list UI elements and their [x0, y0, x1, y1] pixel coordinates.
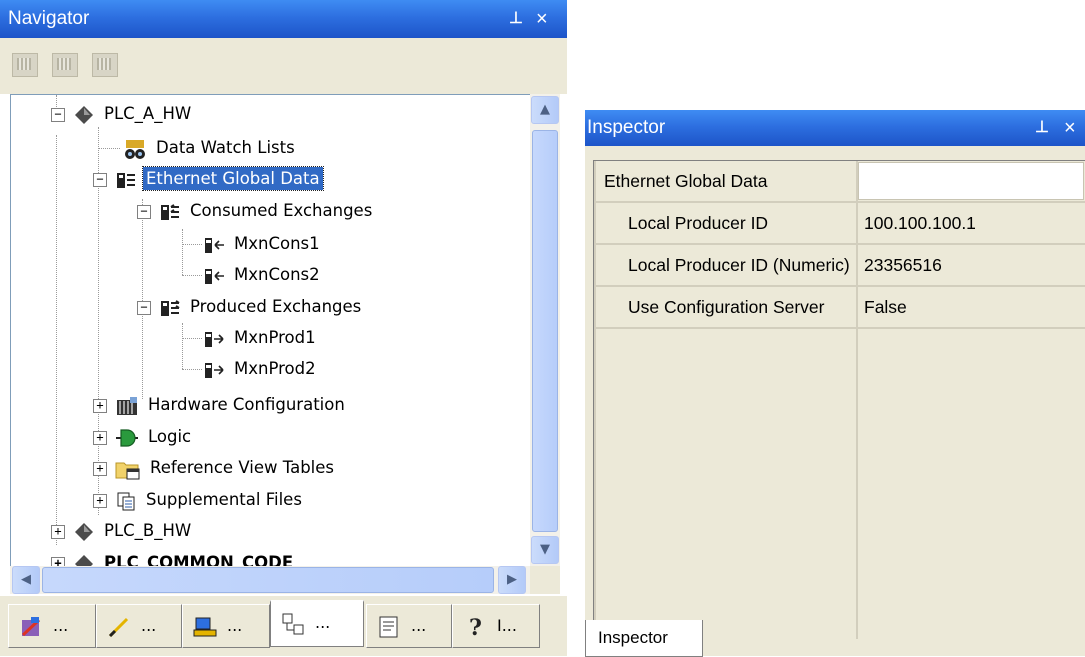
close-icon[interactable]: × [536, 0, 548, 38]
property-name: Local Producer ID (Numeric) [628, 255, 850, 275]
property-view-icon[interactable] [92, 53, 118, 77]
toolchest-tab-icon [108, 617, 129, 637]
expand-icon[interactable]: + [51, 525, 65, 539]
inspector-title: Inspector [587, 117, 666, 138]
produced-exchange-icon [205, 331, 224, 347]
property-grid: Ethernet Global Data Local Producer ID 1… [593, 160, 1085, 639]
project-tree: − PLC_A_HW Data Watch Lists − Ethernet G… [10, 94, 531, 567]
feedback-tab-icon [379, 616, 398, 637]
navigator-tab-icon [282, 613, 304, 634]
collapse-icon[interactable]: − [93, 173, 107, 187]
property-value[interactable]: 23356516 [864, 245, 1084, 285]
horizontal-scroll-thumb[interactable] [42, 567, 494, 593]
navigator-titlebar[interactable]: Navigator ⊥ × [0, 0, 567, 38]
tree-node-mxnprod2[interactable]: MxnProd2 [203, 354, 319, 384]
collapse-icon[interactable]: − [51, 108, 65, 122]
inspector-panel: Inspector ⊥ × Ethernet Global Data Local… [585, 110, 1085, 657]
plc-target-icon [75, 554, 93, 567]
tab-companion[interactable]: ... [182, 604, 270, 648]
scroll-right-icon[interactable]: ▶ [498, 566, 526, 594]
tree-node-mxncons1[interactable]: MxnCons1 [203, 229, 323, 259]
navigator-tab-strip: ... ... ... ... ... ? I... [0, 596, 567, 656]
scrollbar-corner [530, 566, 560, 594]
hardware-config-icon [117, 396, 137, 415]
logic-icon [116, 428, 138, 447]
expand-icon[interactable]: + [93, 431, 107, 445]
tab-project[interactable]: ... [8, 604, 96, 648]
pin-icon[interactable]: ⊥ [1035, 110, 1049, 146]
plc-target-icon [75, 522, 93, 541]
property-row-local-producer-id-numeric[interactable]: Local Producer ID (Numeric) 23356516 [594, 245, 1085, 287]
expand-icon[interactable]: + [93, 399, 107, 413]
tree-node-mxnprod1[interactable]: MxnProd1 [203, 323, 319, 353]
expand-icon[interactable]: + [93, 494, 107, 508]
egd-icon [117, 172, 135, 188]
inspector-titlebar[interactable]: Inspector ⊥ × [585, 110, 1085, 146]
tree-node-mxncons2[interactable]: MxnCons2 [203, 260, 323, 290]
produced-exchanges-icon [161, 299, 180, 316]
data-watch-icon [125, 139, 145, 159]
produced-exchange-icon [205, 362, 224, 378]
tab-feedback[interactable]: ... [366, 604, 452, 648]
supplemental-files-icon [117, 492, 135, 510]
tab-inspector[interactable]: Inspector [585, 620, 703, 657]
collapse-icon[interactable]: − [137, 301, 151, 315]
property-name: Local Producer ID [628, 213, 769, 233]
plc-target-icon [75, 105, 93, 124]
expand-icon[interactable]: + [93, 462, 107, 476]
tab-info[interactable]: ? I... [452, 604, 540, 648]
property-row-use-configuration-server[interactable]: Use Configuration Server False [594, 287, 1085, 329]
list-view-icon[interactable] [12, 53, 38, 77]
reference-view-icon [115, 462, 140, 479]
navigator-toolbar [0, 38, 567, 94]
property-row-category[interactable]: Ethernet Global Data [594, 161, 1085, 203]
consumed-exchange-icon [205, 237, 224, 253]
tree-node-data-watch-lists[interactable]: Data Watch Lists [123, 133, 298, 163]
collapse-icon[interactable]: − [137, 205, 151, 219]
companion-tab-icon [193, 617, 217, 636]
property-value[interactable]: 100.100.100.1 [864, 203, 1084, 243]
info-tab-icon: ? [469, 615, 482, 639]
pin-icon[interactable]: ⊥ [509, 0, 523, 38]
scroll-left-icon[interactable]: ◀ [12, 566, 40, 594]
horizontal-scrollbar[interactable]: ◀ ▶ [10, 566, 530, 594]
tree-view-icon[interactable] [52, 53, 78, 77]
vertical-scroll-thumb[interactable] [532, 130, 558, 532]
scroll-up-icon[interactable]: ▲ [531, 96, 559, 124]
vertical-scrollbar[interactable]: ▲ ▼ [530, 94, 560, 566]
close-icon[interactable]: × [1064, 110, 1076, 146]
tab-navigator[interactable]: ... [270, 600, 364, 647]
project-tab-icon [21, 616, 41, 636]
property-name: Use Configuration Server [628, 297, 825, 317]
svg-text:?: ? [469, 615, 482, 639]
navigator-panel: Navigator ⊥ × − PLC_A_HW Data Watch List… [0, 0, 567, 656]
property-row-local-producer-id[interactable]: Local Producer ID 100.100.100.1 [594, 203, 1085, 245]
property-name: Ethernet Global Data [604, 171, 768, 191]
property-value[interactable] [858, 162, 1084, 200]
consumed-exchange-icon [205, 268, 224, 284]
navigator-title: Navigator [8, 8, 90, 29]
scroll-down-icon[interactable]: ▼ [531, 536, 559, 564]
inspector-tab-label: Inspector [598, 628, 668, 647]
consumed-exchanges-icon [161, 203, 179, 220]
property-value[interactable]: False [864, 287, 1084, 327]
tab-toolchest[interactable]: ... [96, 604, 182, 648]
